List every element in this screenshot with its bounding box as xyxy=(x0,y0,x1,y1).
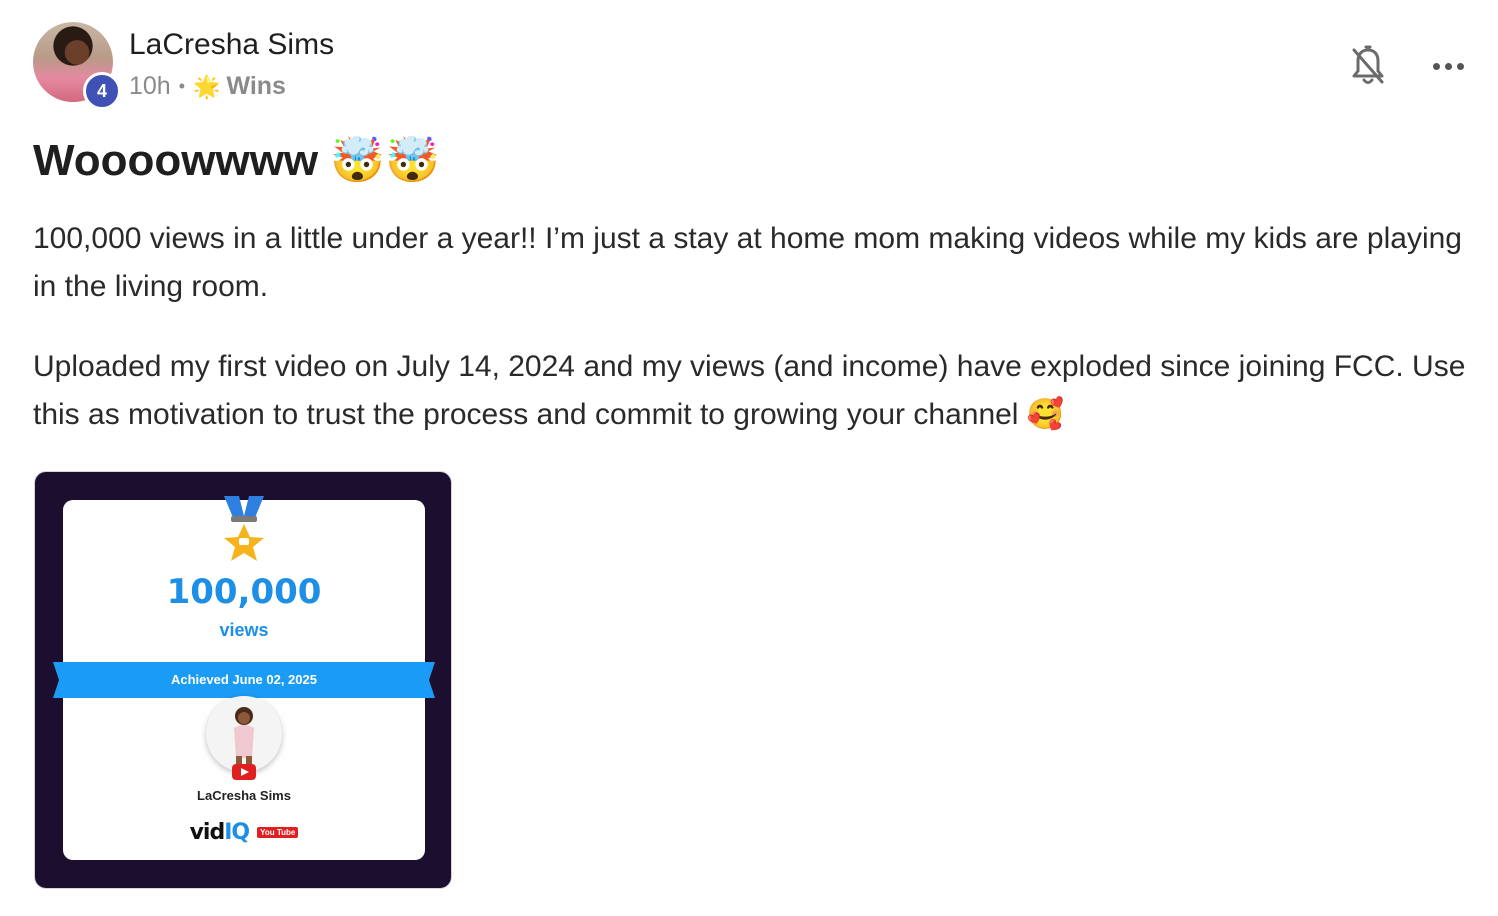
more-dot xyxy=(1456,62,1464,70)
more-options-button[interactable] xyxy=(1426,52,1470,80)
vidiq-iq: IQ xyxy=(224,820,250,845)
post-paragraph-2: Uploaded my first video on July 14, 2024… xyxy=(33,350,1466,431)
more-dot xyxy=(1444,62,1452,70)
star-icon: 🌟 xyxy=(193,73,221,99)
channel-avatar xyxy=(206,696,282,772)
level-badge: 4 xyxy=(83,72,121,110)
youtube-icon xyxy=(232,764,256,780)
author-name[interactable]: LaCresha Sims xyxy=(129,28,334,62)
meta-separator: • xyxy=(178,76,186,96)
author-avatar-wrap[interactable]: 4 xyxy=(33,22,121,110)
post-meta: 10h • 🌟 Wins xyxy=(129,72,286,101)
person-icon xyxy=(234,707,254,770)
youtube-certified-badge: You Tube xyxy=(257,827,299,838)
view-count: 100,000 xyxy=(166,572,322,612)
channel-name: LaCresha Sims xyxy=(197,788,291,803)
achievement-image[interactable]: 100,000 views Achieved June 02, 2025 LaC xyxy=(34,471,452,889)
bell-off-icon xyxy=(1352,45,1384,84)
post-time: 10h xyxy=(129,72,171,100)
more-horizontal-icon xyxy=(1432,62,1440,70)
post-paragraph-1: 100,000 views in a little under a year!!… xyxy=(33,222,1462,303)
vidiq-wordmark: vidIQ xyxy=(189,820,251,845)
achievement-card: 100,000 views Achieved June 02, 2025 LaC xyxy=(53,496,435,860)
vidiq-logo: vidIQ You Tube xyxy=(63,820,425,845)
notifications-toggle-button[interactable] xyxy=(1348,44,1388,88)
medal-icon xyxy=(224,496,264,561)
view-count-unit: views xyxy=(219,620,269,640)
post-title: Woooowwww 🤯🤯 xyxy=(33,136,440,185)
vidiq-vid: vid xyxy=(189,820,226,845)
post: 4 LaCresha Sims 10h • 🌟 Wins Woooowwww 🤯… xyxy=(0,0,1498,916)
post-category[interactable]: Wins xyxy=(226,72,286,101)
